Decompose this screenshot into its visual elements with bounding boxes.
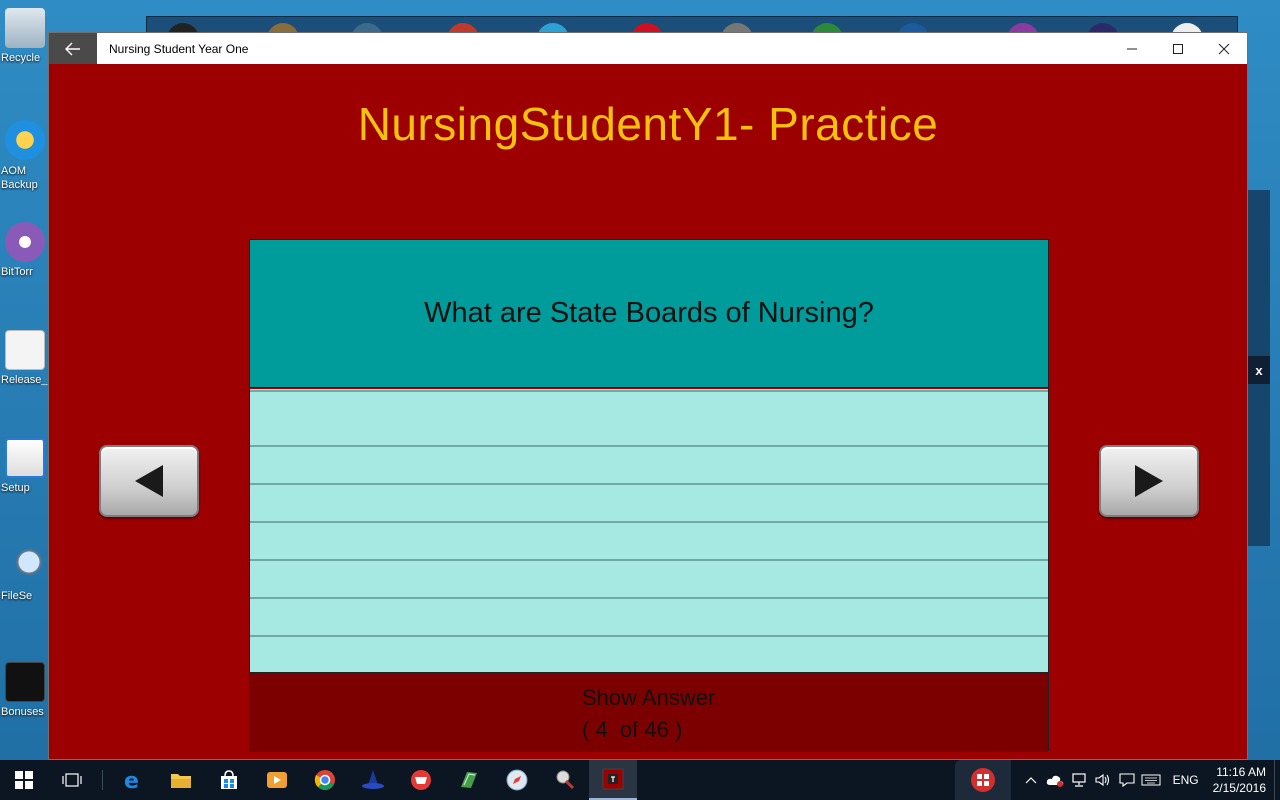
tray-onedrive[interactable] — [1043, 760, 1067, 800]
previous-card-button[interactable] — [99, 445, 199, 517]
back-button[interactable] — [49, 33, 97, 64]
speaker-icon — [1095, 773, 1109, 787]
edge-icon: e — [124, 769, 139, 791]
tray-network[interactable] — [1067, 760, 1091, 800]
taskbar-media-player[interactable] — [253, 760, 301, 800]
taskbar-chrome[interactable] — [301, 760, 349, 800]
clock-date: 2/15/2016 — [1212, 781, 1266, 795]
terminal-icon — [5, 662, 45, 702]
taskbar-wizard-app[interactable] — [349, 760, 397, 800]
taskbar-safari[interactable] — [493, 760, 541, 800]
taskbar-shopping-app[interactable] — [397, 760, 445, 800]
file-explorer-icon — [171, 774, 191, 788]
taskbar-separator — [102, 770, 103, 790]
desktop-icon-release[interactable]: Release_ — [0, 322, 50, 412]
tray-action-center[interactable] — [1115, 760, 1139, 800]
tray-overflow-button[interactable] — [1019, 760, 1043, 800]
windows-start-icon — [15, 771, 33, 789]
clock-time: 11:16 AM — [1216, 765, 1266, 779]
desktop-icon-setup[interactable]: Setup — [0, 430, 50, 520]
page-title: NursingStudentY1- Practice — [357, 98, 939, 150]
taskbar-edge[interactable]: e — [109, 760, 157, 800]
file-search-icon — [5, 546, 45, 586]
desktop-icon-bittorrent[interactable]: BitTorr — [0, 214, 50, 304]
language-indicator[interactable]: ENG — [1163, 773, 1209, 787]
taskbar-nursing-app[interactable] — [589, 760, 637, 800]
show-answer-button[interactable]: Show Answer — [582, 685, 715, 711]
wizard-icon — [362, 770, 384, 789]
shopping-bag-icon — [411, 770, 431, 790]
taskbar: e ENG 11:16 AM 2/15/2016 — [0, 760, 1280, 800]
flash-card: What are State Boards of Nursing? Show A… — [249, 239, 1049, 752]
maximize-icon — [1173, 43, 1183, 54]
desktop-icon-bonuses[interactable]: Bonuses — [0, 654, 50, 744]
tray-app-button[interactable] — [954, 760, 1011, 800]
desktop-icon-label: Setup — [1, 482, 30, 494]
taskbar-green-app[interactable] — [445, 760, 493, 800]
chrome-icon — [314, 770, 335, 790]
task-view-button[interactable] — [48, 760, 96, 800]
bittorrent-icon — [5, 222, 45, 262]
background-window-right: x — [1248, 190, 1270, 546]
background-close-button[interactable]: x — [1248, 356, 1270, 384]
chevron-up-icon — [1025, 777, 1037, 784]
clock[interactable]: 11:16 AM 2/15/2016 — [1209, 764, 1274, 796]
taskbar-file-explorer[interactable] — [157, 760, 205, 800]
start-button[interactable] — [0, 760, 48, 800]
setup-icon — [5, 438, 45, 478]
desktop-icon-label: FileSe — [1, 590, 33, 602]
minimize-icon — [1127, 48, 1137, 49]
desktop-icon-aom-backup[interactable]: AOM Backup — [0, 112, 50, 202]
window-title: Nursing Student Year One — [109, 41, 249, 56]
nursing-app-icon — [602, 768, 624, 790]
close-button[interactable] — [1201, 33, 1247, 64]
app-window: Nursing Student Year One NursingStudentY… — [48, 32, 1248, 760]
card-counter: ( 4 of 46 ) — [582, 717, 683, 742]
svg-text:e: e — [124, 769, 139, 791]
minimize-button[interactable] — [1109, 33, 1155, 64]
tool-icon — [556, 770, 575, 790]
desktop-icon-label: BitTorr — [1, 266, 33, 278]
taskbar-tool-app[interactable] — [541, 760, 589, 800]
recycle-bin-icon — [5, 8, 45, 48]
keyboard-icon — [1141, 774, 1161, 786]
store-icon — [221, 770, 237, 789]
back-arrow-icon — [65, 42, 80, 55]
cloud-icon — [1046, 775, 1063, 787]
triangle-right-icon — [1135, 465, 1163, 497]
answer-notepad — [250, 389, 1048, 672]
triangle-left-icon — [135, 465, 163, 497]
maximize-button[interactable] — [1155, 33, 1201, 64]
next-card-button[interactable] — [1099, 445, 1199, 517]
green-app-icon — [461, 772, 477, 788]
question-text: What are State Boards of Nursing? — [424, 297, 874, 329]
notification-icon — [1119, 773, 1135, 787]
safari-icon — [506, 769, 528, 791]
task-view-icon — [62, 773, 82, 787]
show-desktop-button[interactable] — [1274, 760, 1280, 800]
desktop-icon-filesearch[interactable]: FileSe — [0, 538, 50, 628]
desktop-icon-recycle-bin[interactable]: Recycle — [0, 0, 50, 90]
desktop-icon-label: Recycle — [1, 52, 41, 64]
title-bar: Nursing Student Year One — [49, 33, 1247, 64]
desktop-icon-label: Bonuses — [1, 706, 44, 718]
red-app-icon — [970, 768, 995, 792]
close-icon — [1218, 43, 1230, 54]
system-tray: ENG 11:16 AM 2/15/2016 — [954, 760, 1280, 800]
desktop-icon-label: Release_ — [1, 374, 48, 386]
taskbar-store[interactable] — [205, 760, 253, 800]
media-player-icon — [267, 772, 287, 788]
desktop-icon-label: AOM Backup — [1, 165, 38, 191]
tray-volume[interactable] — [1091, 760, 1115, 800]
answer-bar: Show Answer ( 4 of 46 ) — [250, 672, 1048, 752]
network-icon — [1071, 773, 1086, 787]
question-panel: What are State Boards of Nursing? — [250, 240, 1048, 388]
document-icon — [5, 330, 45, 370]
backup-icon — [5, 120, 45, 160]
tray-keyboard[interactable] — [1139, 760, 1163, 800]
